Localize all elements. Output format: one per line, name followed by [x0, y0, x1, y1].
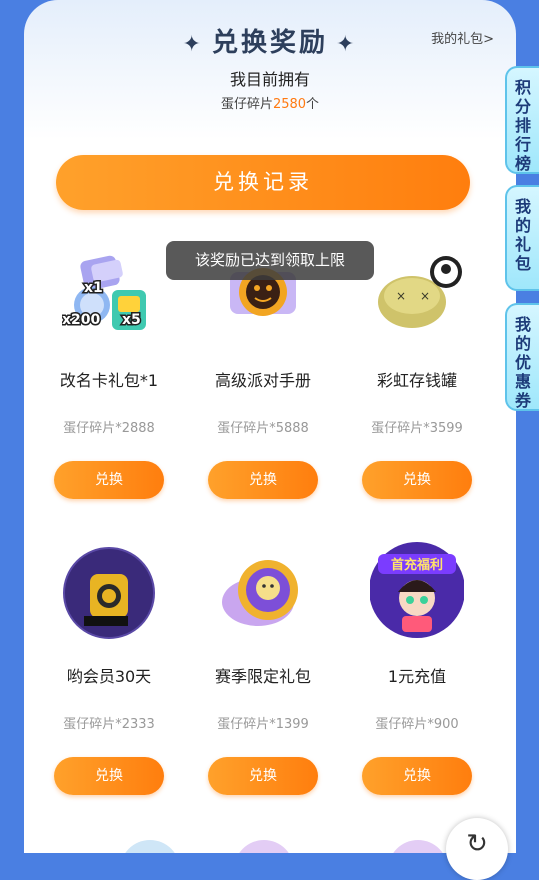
own-suffix: 个	[306, 97, 320, 112]
sparkle-icon: ✦	[182, 32, 204, 57]
side-tab-label: 积分排行榜	[514, 78, 531, 173]
item-cost: 蛋仔碎片*5888	[217, 421, 309, 436]
badge-x5: x5	[122, 312, 141, 328]
next-item-preview	[388, 840, 448, 853]
item-name: 改名卡礼包*1	[59, 371, 159, 390]
my-gift-link[interactable]: 我的礼包>	[431, 28, 494, 47]
reward-item-piggy-bank: × × 彩虹存钱罐 蛋仔碎片*3599 兑换	[340, 250, 494, 510]
reward-item-membership: 哟会员30天 蛋仔碎片*2333 兑换	[32, 546, 186, 806]
rename-card-image: x1 x200 x5	[62, 255, 146, 330]
exchange-button[interactable]: 兑换	[54, 461, 164, 499]
item-name: 赛季限定礼包	[214, 667, 311, 686]
limit-toast: 该奖励已达到领取上限	[166, 241, 374, 280]
reward-item-recharge: 首充福利 1元充值 蛋仔碎片*900 兑换	[340, 542, 494, 806]
refresh-icon: ↻	[466, 829, 488, 859]
refresh-button[interactable]: ↻	[446, 818, 508, 880]
own-prefix: 蛋仔碎片	[220, 97, 273, 112]
item-cost: 蛋仔碎片*2333	[63, 717, 155, 732]
side-tab-leaderboard[interactable]: 积分排行榜	[505, 66, 539, 174]
item-cost: 蛋仔碎片*1399	[217, 717, 309, 732]
side-tab-label: 我的优惠券	[514, 315, 531, 410]
reward-item-rename-card: x1 x200 x5 改名卡礼包*1 蛋仔碎片*2888 兑换	[32, 250, 186, 510]
exchange-record-button[interactable]: 兑换记录	[56, 155, 470, 210]
own-count: 蛋仔碎片2580个	[24, 93, 516, 112]
item-name: 哟会员30天	[66, 667, 152, 686]
item-name: 1元充值	[387, 667, 447, 686]
season-pack-image	[222, 560, 298, 626]
svg-text:×: ×	[420, 289, 430, 303]
exchange-button[interactable]: 兑换	[362, 757, 472, 795]
membership-image	[63, 547, 155, 639]
title-text: 兑换奖励	[211, 28, 328, 58]
item-cost: 蛋仔碎片*2888	[63, 421, 155, 436]
sparkle-icon: ✦	[336, 32, 358, 57]
exchange-button[interactable]: 兑换	[54, 757, 164, 795]
exchange-button[interactable]: 兑换	[362, 461, 472, 499]
exchange-button[interactable]: 兑换	[208, 757, 318, 795]
side-tab-my-gifts[interactable]: 我的礼包	[505, 185, 539, 291]
next-item-preview	[120, 840, 180, 853]
recharge-image: 首充福利	[370, 542, 464, 638]
side-tab-label: 我的礼包	[514, 197, 531, 273]
item-cost: 蛋仔碎片*900	[375, 717, 459, 732]
item-cost: 蛋仔碎片*3599	[371, 421, 463, 436]
own-number: 2580	[272, 97, 307, 112]
item-name: 高级派对手册	[214, 371, 311, 390]
exchange-button[interactable]: 兑换	[208, 461, 318, 499]
exchange-panel: ✦ 兑换奖励 ✦ 我的礼包> 我目前拥有 蛋仔碎片2580个 兑换记录 该奖励已达到…	[24, 0, 516, 853]
piggy-bank-image: × ×	[378, 256, 462, 328]
next-item-preview	[234, 840, 294, 853]
own-label: 我目前拥有	[229, 70, 310, 89]
badge-x200: x200	[62, 312, 101, 328]
reward-item-season-pack: 赛季限定礼包 蛋仔碎片*1399 兑换	[186, 546, 340, 806]
svg-text:×: ×	[396, 289, 406, 303]
recharge-banner: 首充福利	[391, 557, 443, 573]
badge-x1: x1	[84, 280, 103, 296]
item-name: 彩虹存钱罐	[376, 371, 457, 390]
reward-item-party-handbook: 高级派对手册 蛋仔碎片*5888 兑换	[186, 250, 340, 510]
side-tab-my-coupons[interactable]: 我的优惠券	[505, 303, 539, 411]
